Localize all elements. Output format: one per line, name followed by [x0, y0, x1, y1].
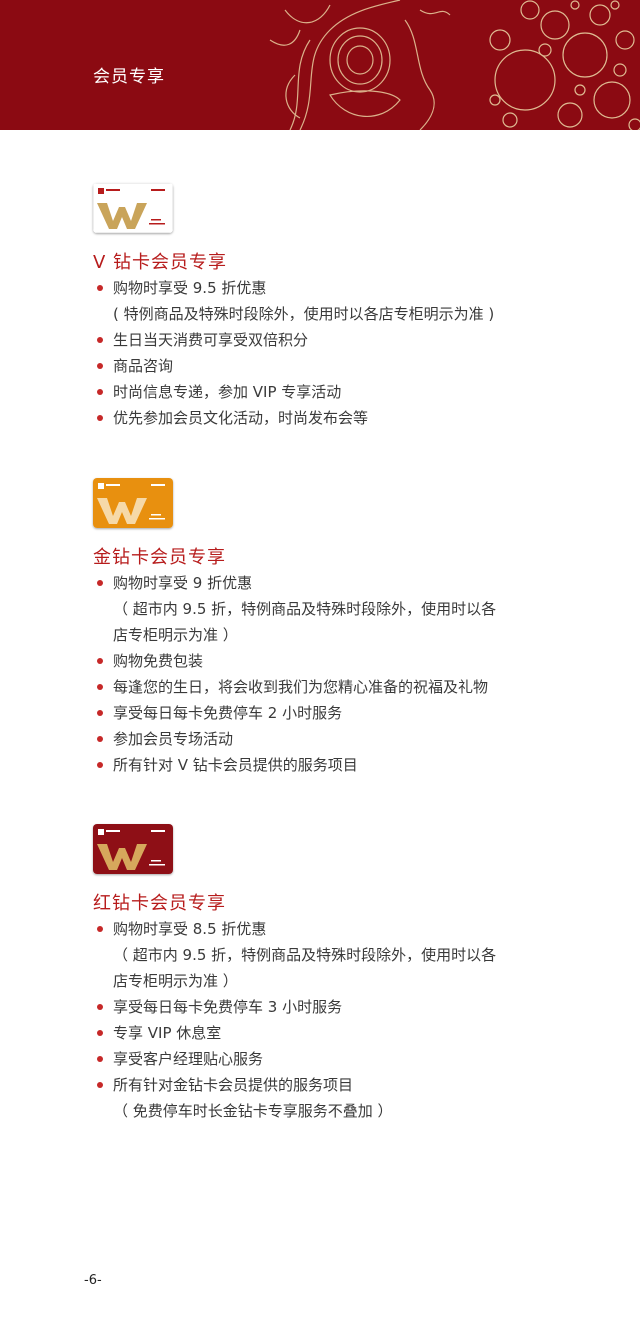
list-item: 购物时享受 9.5 折优惠 ( 特例商品及特殊时段除外，使用时以各店专柜明示为准…: [93, 275, 563, 327]
section-title: 金钻卡会员专享: [93, 547, 226, 568]
bullet-icon: [97, 337, 103, 343]
bullet-icon: [97, 363, 103, 369]
v-diamond-card-image: [93, 183, 173, 233]
bullet-icon: [97, 285, 103, 291]
bullet-icon: [97, 710, 103, 716]
list-item: 商品咨询: [93, 353, 563, 379]
bullet-icon: [97, 658, 103, 664]
list-item: 购物时享受 9 折优惠 （ 超市内 9.5 折，特例商品及特殊时段除外，使用时以…: [93, 570, 563, 648]
red-diamond-card-image: [93, 824, 173, 874]
list-item: 生日当天消费可享受双倍积分: [93, 327, 563, 353]
bullet-icon: [97, 580, 103, 586]
bullet-icon: [97, 684, 103, 690]
bullet-icon: [97, 1056, 103, 1062]
bullet-icon: [97, 762, 103, 768]
list-item: 时尚信息专递，参加 VIP 专享活动: [93, 379, 563, 405]
list-item: 购物免费包装: [93, 648, 563, 674]
bullet-icon: [97, 389, 103, 395]
section-title: V 钻卡会员专享: [93, 252, 228, 273]
section-title: 红钻卡会员专享: [93, 893, 226, 914]
list-item: 参加会员专场活动: [93, 726, 563, 752]
bullet-icon: [97, 1004, 103, 1010]
list-item: 所有针对金钻卡会员提供的服务项目 （ 免费停车时长金钻卡专享服务不叠加 ）: [93, 1072, 563, 1124]
list-item: 每逢您的生日，将会收到我们为您精心准备的祝福及礼物: [93, 674, 563, 700]
gold-diamond-card-image: [93, 478, 173, 528]
list-item: 享受每日每卡免费停车 2 小时服务: [93, 700, 563, 726]
bullet-icon: [97, 1082, 103, 1088]
page-header: 会员专享: [0, 0, 640, 130]
list-item: 优先参加会员文化活动，时尚发布会等: [93, 405, 563, 431]
bullet-icon: [97, 736, 103, 742]
benefits-list: 购物时享受 9.5 折优惠 ( 特例商品及特殊时段除外，使用时以各店专柜明示为准…: [93, 275, 563, 431]
bullet-icon: [97, 1030, 103, 1036]
bullet-icon: [97, 926, 103, 932]
bullet-icon: [97, 415, 103, 421]
benefits-list: 购物时享受 9 折优惠 （ 超市内 9.5 折，特例商品及特殊时段除外，使用时以…: [93, 570, 563, 778]
list-item: 专享 VIP 休息室: [93, 1020, 563, 1046]
list-item: 享受客户经理贴心服务: [93, 1046, 563, 1072]
benefits-list: 购物时享受 8.5 折优惠 （ 超市内 9.5 折，特例商品及特殊时段除外，使用…: [93, 916, 563, 1124]
page-title: 会员专享: [93, 67, 165, 87]
list-item: 所有针对 V 钻卡会员提供的服务项目: [93, 752, 563, 778]
page-number: -6-: [84, 1273, 102, 1288]
list-item: 享受每日每卡免费停车 3 小时服务: [93, 994, 563, 1020]
list-item: 购物时享受 8.5 折优惠 （ 超市内 9.5 折，特例商品及特殊时段除外，使用…: [93, 916, 563, 994]
